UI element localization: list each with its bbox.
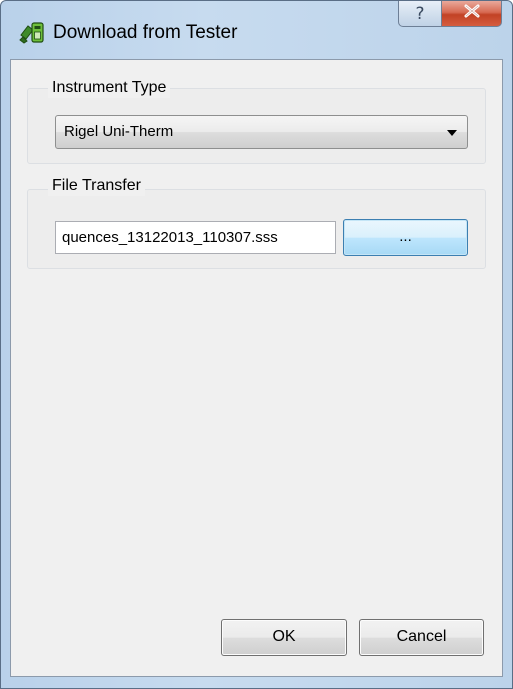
help-button[interactable]: ? (398, 1, 442, 27)
caption-buttons: ? (398, 1, 502, 29)
help-icon: ? (415, 3, 425, 24)
ok-button[interactable]: OK (221, 619, 347, 656)
close-button[interactable] (442, 1, 502, 27)
close-icon (463, 4, 481, 23)
chevron-down-icon (445, 126, 459, 140)
instrument-type-value: Rigel Uni-Therm (64, 123, 174, 140)
instrument-type-label: Instrument Type (48, 78, 171, 98)
window-title: Download from Tester (53, 22, 238, 43)
browse-button[interactable]: ... (343, 219, 468, 256)
file-path-input[interactable]: quences_13122013_110307.sss (55, 221, 336, 254)
tester-app-icon (19, 21, 45, 45)
title-bar[interactable]: Download from Tester ? (1, 1, 512, 59)
file-transfer-label: File Transfer (48, 176, 145, 196)
instrument-type-select[interactable]: Rigel Uni-Therm (55, 115, 468, 149)
cancel-button[interactable]: Cancel (359, 619, 484, 656)
